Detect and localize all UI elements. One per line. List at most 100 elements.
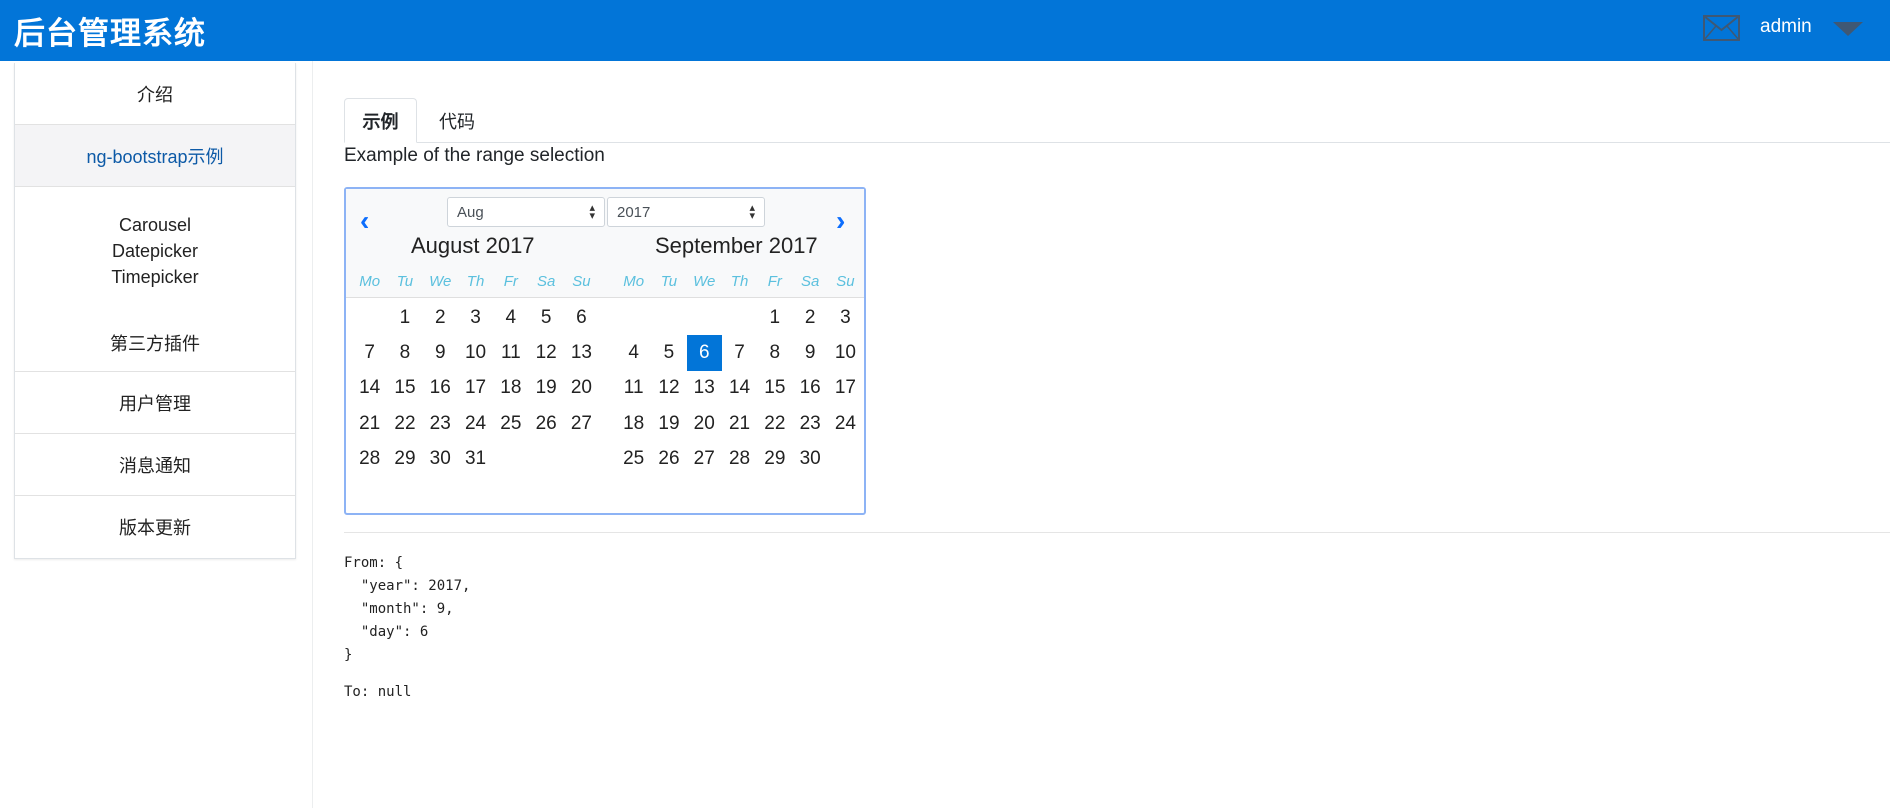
sidebar: 介绍 ng-bootstrap示例 Carousel Datepicker Ti… <box>14 63 296 559</box>
day-cell[interactable]: 13 <box>564 335 599 370</box>
day-cell[interactable]: 31 <box>458 441 493 476</box>
sidebar-item-intro[interactable]: 介绍 <box>15 63 295 125</box>
day-cell[interactable]: 30 <box>423 441 458 476</box>
day-cell[interactable]: 7 <box>352 335 387 370</box>
day-cell[interactable]: 14 <box>352 371 387 406</box>
day-cell[interactable]: 1 <box>757 300 792 335</box>
day-cell[interactable]: 13 <box>687 371 722 406</box>
day-cell[interactable]: 23 <box>423 406 458 441</box>
day-cell[interactable]: 18 <box>493 371 528 406</box>
day-cell[interactable]: 2 <box>792 300 827 335</box>
divider <box>346 297 864 298</box>
sidebar-item-plugins[interactable]: 第三方插件 <box>15 314 295 372</box>
year-select[interactable]: 2017 ▴ ▾ <box>607 197 765 227</box>
day-cell[interactable]: 26 <box>528 406 563 441</box>
select-arrows-icon: ▴ ▾ <box>749 202 755 222</box>
day-cell[interactable]: 29 <box>387 441 422 476</box>
day-cell[interactable]: 15 <box>757 371 792 406</box>
weekday-label: Tu <box>396 273 414 290</box>
day-cell[interactable]: 4 <box>616 335 651 370</box>
select-arrows-icon: ▴ ▾ <box>589 202 595 222</box>
day-cell[interactable]: 11 <box>493 335 528 370</box>
day-cell[interactable]: 4 <box>493 300 528 335</box>
weekday-label: Su <box>836 273 855 290</box>
weekday-label: Th <box>730 273 749 290</box>
day-cell[interactable]: 28 <box>722 441 757 476</box>
day-cell[interactable]: 2 <box>423 300 458 335</box>
day-cell[interactable]: 27 <box>564 406 599 441</box>
example-description: Example of the range selection <box>344 145 605 166</box>
day-cell[interactable]: 23 <box>792 406 827 441</box>
sidebar-item-users[interactable]: 用户管理 <box>15 372 295 434</box>
tab-example[interactable]: 示例 <box>344 98 417 143</box>
day-cell[interactable]: 8 <box>757 335 792 370</box>
day-cell[interactable]: 22 <box>757 406 792 441</box>
weekday-label: Fr <box>767 273 782 290</box>
day-cell[interactable]: 6 <box>564 300 599 335</box>
day-cell[interactable]: 25 <box>493 406 528 441</box>
weekday-label: Sa <box>536 273 556 290</box>
sidebar-item-ng-bootstrap[interactable]: ng-bootstrap示例 <box>15 125 295 187</box>
day-cell[interactable]: 10 <box>828 335 863 370</box>
day-cell[interactable]: 8 <box>387 335 422 370</box>
day-cell[interactable]: 1 <box>387 300 422 335</box>
day-cell[interactable]: 18 <box>616 406 651 441</box>
caret-down-icon[interactable] <box>1833 22 1863 36</box>
user-name[interactable]: admin <box>1760 16 1812 38</box>
datepicker-header: ‹ Aug ▴ ▾ 2017 ▴ ▾ › August 2017 September… <box>346 189 864 297</box>
day-cell[interactable]: 24 <box>828 406 863 441</box>
day-cell[interactable]: 10 <box>458 335 493 370</box>
day-cell[interactable]: 29 <box>757 441 792 476</box>
day-cell[interactable]: 12 <box>528 335 563 370</box>
day-cell[interactable]: 7 <box>722 335 757 370</box>
sidebar-submenu: Carousel Datepicker Timepicker <box>15 187 295 314</box>
weekday-label: Sa <box>800 273 820 290</box>
day-cell[interactable]: 17 <box>828 371 863 406</box>
mail-icon[interactable] <box>1703 15 1740 41</box>
day-cell[interactable]: 21 <box>722 406 757 441</box>
day-cell[interactable]: 19 <box>528 371 563 406</box>
day-cell[interactable]: 19 <box>651 406 686 441</box>
day-cell[interactable]: 17 <box>458 371 493 406</box>
sidebar-sub-timepicker[interactable]: Timepicker <box>111 264 198 290</box>
day-cell[interactable]: 9 <box>792 335 827 370</box>
day-cell[interactable]: 11 <box>616 371 651 406</box>
sidebar-item-updates[interactable]: 版本更新 <box>15 496 295 558</box>
day-cell[interactable]: 16 <box>792 371 827 406</box>
day-cell[interactable]: 16 <box>423 371 458 406</box>
sidebar-sub-datepicker[interactable]: Datepicker <box>112 238 198 264</box>
day-cell[interactable]: 24 <box>458 406 493 441</box>
day-cell[interactable]: 20 <box>564 371 599 406</box>
weekday-label: Mo <box>623 273 645 290</box>
sidebar-item-notifications[interactable]: 消息通知 <box>15 434 295 496</box>
day-cell[interactable]: 28 <box>352 441 387 476</box>
month-title: September 2017 <box>655 233 818 258</box>
day-cell[interactable]: 15 <box>387 371 422 406</box>
day-cell[interactable]: 6 <box>686 335 722 371</box>
day-cell[interactable]: 5 <box>651 335 686 370</box>
chevron-right-icon[interactable]: › <box>836 205 845 237</box>
weekday-label: Fr <box>503 273 518 290</box>
day-cell[interactable]: 5 <box>528 300 563 335</box>
day-cell[interactable]: 21 <box>352 406 387 441</box>
sidebar-sub-carousel[interactable]: Carousel <box>119 212 191 238</box>
day-cell[interactable]: 20 <box>687 406 722 441</box>
empty-day-cell <box>352 300 387 335</box>
day-cell[interactable]: 9 <box>423 335 458 370</box>
day-cell[interactable]: 22 <box>387 406 422 441</box>
app-brand[interactable]: 后台管理系统 <box>14 8 206 53</box>
day-cell[interactable]: 25 <box>616 441 651 476</box>
day-cell[interactable]: 12 <box>651 371 686 406</box>
day-cell[interactable]: 30 <box>792 441 827 476</box>
day-cell[interactable]: 27 <box>687 441 722 476</box>
day-cell[interactable]: 3 <box>828 300 863 335</box>
top-navbar: 后台管理系统 admin <box>0 0 1890 61</box>
empty-day-cell <box>616 300 651 335</box>
day-cell[interactable]: 26 <box>651 441 686 476</box>
from-output: From: { "year": 2017, "month": 9, "day":… <box>344 555 471 663</box>
tab-code[interactable]: 代码 <box>424 98 490 143</box>
day-cell[interactable]: 14 <box>722 371 757 406</box>
month-select[interactable]: Aug ▴ ▾ <box>447 197 605 227</box>
day-cell[interactable]: 3 <box>458 300 493 335</box>
chevron-left-icon[interactable]: ‹ <box>360 205 369 237</box>
